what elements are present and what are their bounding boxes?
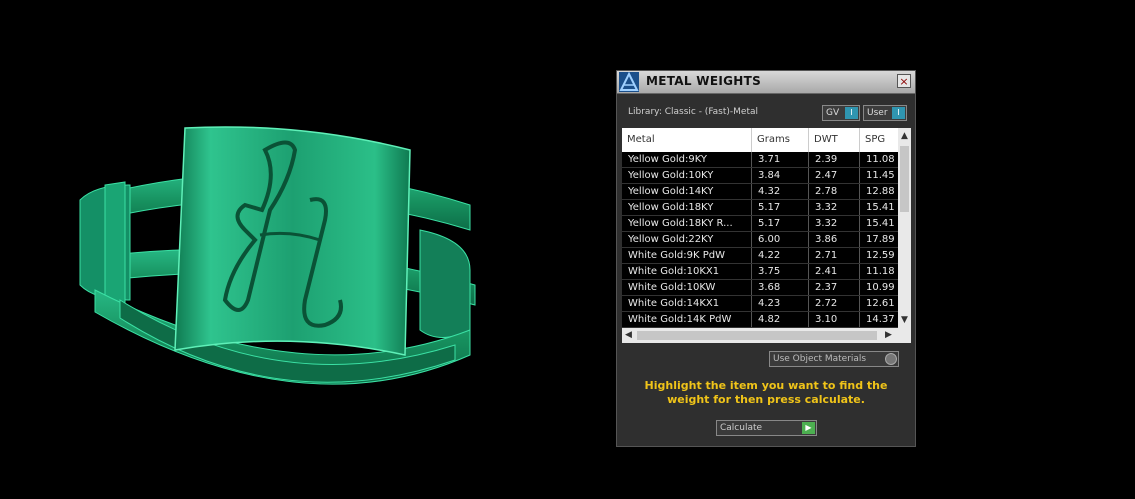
grams-cell: 4.22	[752, 248, 809, 263]
grams-cell: 4.23	[752, 296, 809, 311]
table-row[interactable]: Yellow Gold:9KY 3.71 2.39 11.08	[622, 152, 898, 168]
spg-cell: 17.89	[866, 234, 895, 245]
dwt-cell: 3.86	[809, 232, 860, 247]
toggle-knob-icon: I	[845, 107, 858, 119]
metal-cell: White Gold:14K PdW	[622, 312, 752, 327]
spg-cell: 14.37	[866, 314, 895, 325]
library-label: Library: Classic - (Fast)-Metal	[628, 107, 759, 117]
dwt-cell: 3.32	[809, 216, 860, 231]
grams-cell: 4.32	[752, 184, 809, 199]
vertical-scrollbar[interactable]: ▲ ▼	[898, 128, 911, 328]
metal-cell: Yellow Gold:9KY	[622, 152, 752, 167]
dwt-cell: 2.37	[809, 280, 860, 295]
spg-cell: 12.88	[866, 186, 895, 197]
spg-cell: 10.99	[866, 282, 895, 293]
horizontal-scrollbar[interactable]: ◀ ▶	[622, 328, 911, 343]
spg-cell: 12.61	[866, 298, 895, 309]
calculate-button[interactable]: Calculate ▶	[716, 420, 817, 436]
scroll-down-icon[interactable]: ▼	[898, 314, 911, 326]
gv-toggle[interactable]: GV I	[822, 105, 860, 121]
grams-cell: 3.75	[752, 264, 809, 279]
metal-cell: Yellow Gold:18KY	[622, 200, 752, 215]
dwt-cell: 3.10	[809, 312, 860, 327]
metal-cell: White Gold:9K PdW	[622, 248, 752, 263]
table-row[interactable]: Yellow Gold:10KY 3.84 2.47 11.45	[622, 168, 898, 184]
metal-cell: Yellow Gold:10KY	[622, 168, 752, 183]
table-row[interactable]: Yellow Gold:18KY R... 5.17 3.32 15.41	[622, 216, 898, 232]
grams-cell: 5.17	[752, 200, 809, 215]
play-arrow-icon: ▶	[802, 422, 815, 434]
spg-cell: 15.41	[866, 218, 895, 229]
panel-title: METAL WEIGHTS	[646, 74, 762, 88]
scroll-right-icon[interactable]: ▶	[882, 329, 895, 341]
grams-cell: 3.84	[752, 168, 809, 183]
metal-cell: Yellow Gold:14KY	[622, 184, 752, 199]
app-logo-icon	[619, 72, 639, 92]
table-row[interactable]: Yellow Gold:14KY 4.32 2.78 12.88	[622, 184, 898, 200]
radio-icon	[885, 353, 897, 365]
grams-cell: 3.68	[752, 280, 809, 295]
dwt-cell: 2.78	[809, 184, 860, 199]
grams-cell: 3.71	[752, 152, 809, 167]
user-toggle-label: User	[867, 108, 888, 118]
table-row[interactable]: White Gold:10KW 3.68 2.37 10.99	[622, 280, 898, 296]
table-row[interactable]: White Gold:10KX1 3.75 2.41 11.18	[622, 264, 898, 280]
use-object-materials-label: Use Object Materials	[773, 354, 867, 364]
column-header-spg[interactable]: SPG	[860, 128, 898, 152]
table-header: Metal Grams DWT SPG	[622, 128, 898, 152]
table-row[interactable]: Yellow Gold:22KY 6.00 3.86 17.89	[622, 232, 898, 248]
spg-cell: 11.18	[866, 266, 895, 277]
metal-cell: White Gold:10KX1	[622, 264, 752, 279]
panel-titlebar[interactable]: METAL WEIGHTS ×	[617, 71, 915, 94]
metal-cell: White Gold:14KX1	[622, 296, 752, 311]
metal-cell: White Gold:10KW	[622, 280, 752, 295]
vertical-scroll-thumb[interactable]	[900, 146, 909, 212]
grams-cell: 4.82	[752, 312, 809, 327]
metal-table[interactable]: Metal Grams DWT SPG Yellow Gold:9KY 3.71 2…	[622, 128, 911, 343]
close-icon: ×	[899, 75, 909, 88]
dwt-cell: 3.32	[809, 200, 860, 215]
calculate-label: Calculate	[720, 423, 763, 433]
grams-cell: 6.00	[752, 232, 809, 247]
table-body: Yellow Gold:9KY 3.71 2.39 11.08 Yellow Gold:…	[622, 152, 898, 328]
grams-cell: 5.17	[752, 216, 809, 231]
use-object-materials-toggle[interactable]: Use Object Materials	[769, 351, 899, 367]
user-toggle[interactable]: User I	[863, 105, 907, 121]
ring-model[interactable]	[79, 126, 476, 385]
table-row[interactable]: White Gold:14KX1 4.23 2.72 12.61	[622, 296, 898, 312]
column-header-dwt[interactable]: DWT	[809, 128, 860, 152]
dwt-cell: 2.72	[809, 296, 860, 311]
spg-cell: 11.08	[866, 154, 895, 165]
dwt-cell: 2.71	[809, 248, 860, 263]
table-row[interactable]: Yellow Gold:18KY 5.17 3.32 15.41	[622, 200, 898, 216]
3d-viewport[interactable]	[0, 0, 600, 499]
table-row[interactable]: White Gold:14K PdW 4.82 3.10 14.37	[622, 312, 898, 328]
instruction-text: Highlight the item you want to find the …	[644, 379, 888, 406]
column-header-grams[interactable]: Grams	[752, 128, 809, 152]
column-header-metal[interactable]: Metal	[622, 128, 752, 152]
dwt-cell: 2.39	[809, 152, 860, 167]
metal-cell: Yellow Gold:22KY	[622, 232, 752, 247]
toggle-knob-icon: I	[892, 107, 905, 119]
scroll-up-icon[interactable]: ▲	[898, 130, 911, 142]
scroll-left-icon[interactable]: ◀	[622, 329, 635, 341]
dwt-cell: 2.47	[809, 168, 860, 183]
metal-weights-panel: METAL WEIGHTS × Library: Classic - (Fast…	[616, 70, 916, 447]
spg-cell: 15.41	[866, 202, 895, 213]
dwt-cell: 2.41	[809, 264, 860, 279]
gv-toggle-label: GV	[826, 108, 840, 118]
close-button[interactable]: ×	[897, 74, 911, 88]
spg-cell: 12.59	[866, 250, 895, 261]
spg-cell: 11.45	[866, 170, 895, 181]
horizontal-scroll-thumb[interactable]	[637, 331, 877, 340]
metal-cell: Yellow Gold:18KY R...	[622, 216, 752, 231]
table-row[interactable]: White Gold:9K PdW 4.22 2.71 12.59	[622, 248, 898, 264]
